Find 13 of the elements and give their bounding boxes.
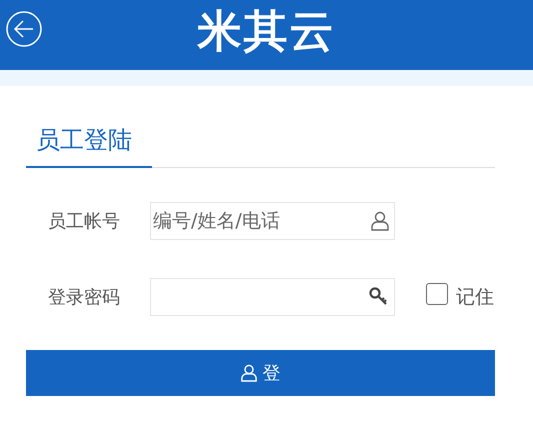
field-label: 登录密码 xyxy=(47,286,121,310)
logo: 米其云 xyxy=(198,10,336,54)
section-title: 员工登陆 xyxy=(26,122,152,168)
password-field[interactable] xyxy=(150,278,395,316)
login-button[interactable]: 登 xyxy=(26,350,495,396)
key-icon xyxy=(369,287,389,305)
remember-label: 记住 xyxy=(456,284,494,310)
remember-checkbox[interactable] xyxy=(426,283,448,305)
back-button[interactable] xyxy=(6,11,42,47)
field-label: 员工帐号 xyxy=(47,210,121,234)
user-icon xyxy=(371,211,389,231)
account-field[interactable]: 编号/姓名/电话 xyxy=(150,202,395,240)
user-icon xyxy=(240,364,256,382)
